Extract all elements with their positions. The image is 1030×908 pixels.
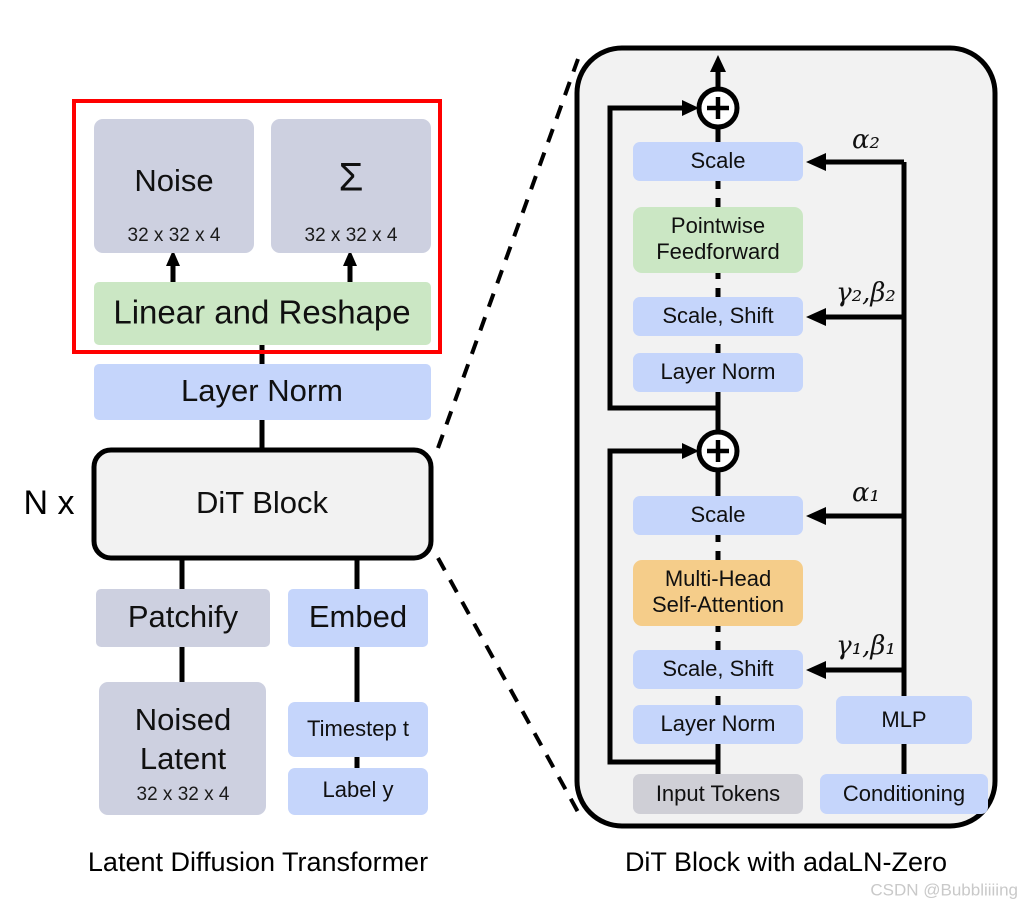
block-scale-shift-top[interactable]: Scale, Shift [633, 297, 803, 336]
block-mlp[interactable]: MLP [836, 696, 972, 744]
block-conditioning[interactable]: Conditioning [820, 774, 988, 814]
block-embed[interactable]: Embed [288, 589, 428, 647]
block-scale-bottom-label: Scale [690, 502, 745, 527]
caption-left: Latent Diffusion Transformer [88, 847, 428, 877]
block-layer-norm-bottom[interactable]: Layer Norm [633, 705, 803, 744]
block-label-y-label: Label y [323, 777, 394, 802]
block-left-layer-norm[interactable]: Layer Norm [94, 364, 431, 420]
block-timestep-label: Timestep t [307, 716, 409, 741]
block-dit-block-label: DiT Block [196, 485, 329, 520]
block-input-tokens-label: Input Tokens [656, 781, 780, 806]
block-patchify[interactable]: Patchify [96, 589, 270, 647]
block-noised-latent-label-1: Noised [135, 702, 232, 737]
block-layer-norm-bottom-label: Layer Norm [661, 711, 776, 736]
block-scale-shift-bottom[interactable]: Scale, Shift [633, 650, 803, 689]
block-label-y[interactable]: Label y [288, 768, 428, 815]
block-pointwise-feedforward-label-1: Pointwise [671, 213, 765, 238]
caption-right: DiT Block with adaLN-Zero [625, 847, 947, 877]
block-pointwise-feedforward-label-2: Feedforward [656, 239, 780, 264]
residual-add-bottom [696, 429, 740, 473]
block-patchify-label: Patchify [128, 599, 239, 634]
watermark-label: CSDN @Bubbliiiing [870, 880, 1018, 899]
block-noised-latent-dims: 32 x 32 x 4 [137, 784, 230, 805]
block-timestep[interactable]: Timestep t [288, 702, 428, 757]
block-sigma[interactable]: Σ 32 x 32 x 4 [271, 119, 431, 253]
block-layer-norm-top[interactable]: Layer Norm [633, 353, 803, 392]
block-noise[interactable]: Noise 32 x 32 x 4 [94, 119, 254, 253]
block-linear-and-reshape[interactable]: Linear and Reshape [94, 282, 431, 345]
block-dit-block[interactable]: DiT Block [91, 447, 434, 561]
block-left-layer-norm-label: Layer Norm [181, 373, 343, 408]
block-sigma-dims: 32 x 32 x 4 [305, 225, 398, 246]
block-noised-latent[interactable]: Noised Latent 32 x 32 x 4 [99, 682, 266, 815]
block-scale-shift-top-label: Scale, Shift [662, 303, 773, 328]
param-gammabeta2-label: γ₂,β₂ [836, 278, 896, 308]
block-multi-head-self-attention[interactable]: Multi-Head Self-Attention [633, 560, 803, 626]
block-scale-top-label: Scale [690, 148, 745, 173]
arrow-linear-to-noise [166, 250, 180, 283]
residual-add-top [696, 86, 740, 130]
block-layer-norm-top-label: Layer Norm [661, 359, 776, 384]
block-input-tokens[interactable]: Input Tokens [633, 774, 803, 814]
block-linear-and-reshape-label: Linear and Reshape [113, 294, 410, 331]
block-embed-label: Embed [309, 599, 407, 634]
block-scale-top[interactable]: Scale [633, 142, 803, 181]
block-pointwise-feedforward[interactable]: Pointwise Feedforward [633, 207, 803, 273]
block-scale-shift-bottom-label: Scale, Shift [662, 656, 773, 681]
block-sigma-label: Σ [339, 156, 364, 200]
expansion-guide-top [436, 58, 580, 449]
block-multi-head-self-attention-label-1: Multi-Head [665, 566, 771, 591]
param-alpha1-label: α₁ [852, 478, 880, 508]
repeat-count-label: N x [24, 484, 75, 522]
block-multi-head-self-attention-label-2: Self-Attention [652, 592, 784, 617]
block-noise-label: Noise [134, 163, 213, 198]
dit-architecture-figure: Noise 32 x 32 x 4 Σ 32 x 32 x 4 Linear a… [24, 45, 1018, 899]
block-conditioning-label: Conditioning [843, 781, 965, 806]
block-mlp-label: MLP [881, 707, 926, 732]
block-noise-dims: 32 x 32 x 4 [128, 225, 221, 246]
expansion-guide-bottom [436, 557, 580, 813]
arrow-linear-to-sigma [343, 250, 357, 283]
param-gammabeta1-label: γ₁,β₁ [836, 631, 896, 661]
block-noised-latent-label-2: Latent [140, 741, 227, 776]
block-scale-bottom[interactable]: Scale [633, 496, 803, 535]
param-alpha2-label: α₂ [852, 125, 880, 155]
